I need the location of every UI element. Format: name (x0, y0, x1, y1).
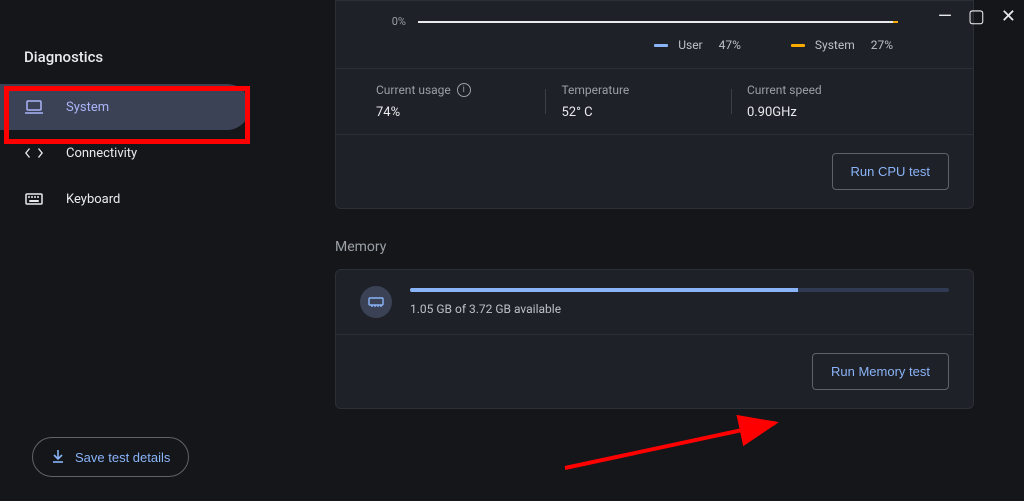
sidebar: Diagnostics System Connectivity Keyboard (0, 0, 280, 501)
cpu-stats-row: Current usage i 74% Temperature 52° C Cu… (336, 68, 973, 135)
minimize-icon[interactable]: — (938, 6, 952, 27)
info-icon[interactable]: i (457, 83, 471, 97)
current-usage-label: Current usage (376, 83, 451, 97)
memory-bar-fill (410, 288, 798, 292)
memory-bar (410, 288, 949, 292)
chart-axis-label: 0% (376, 15, 406, 28)
temperature-value: 52° C (561, 105, 746, 120)
sidebar-item-label: Keyboard (66, 192, 120, 207)
connectivity-icon (24, 146, 44, 160)
stat-label: Current usage i (376, 83, 561, 97)
legend-system-label: System (815, 38, 855, 52)
memory-action-row: Run Memory test (336, 335, 973, 408)
memory-top: 1.05 GB of 3.72 GB available (336, 270, 973, 335)
maximize-icon[interactable]: ▢ (968, 6, 985, 27)
memory-card: 1.05 GB of 3.72 GB available Run Memory … (335, 269, 974, 409)
run-cpu-test-button[interactable]: Run CPU test (832, 153, 949, 190)
legend-system-value: 27% (871, 38, 893, 52)
temperature-label: Temperature (561, 83, 746, 97)
cpu-legend: User 47% System 27% (376, 30, 933, 52)
sidebar-item-keyboard[interactable]: Keyboard (0, 176, 250, 222)
save-test-details-label: Save test details (75, 450, 170, 465)
run-memory-test-button[interactable]: Run Memory test (812, 353, 949, 390)
stat-current-usage: Current usage i 74% (376, 83, 561, 120)
memory-available-text: 1.05 GB of 3.72 GB available (410, 302, 949, 316)
keyboard-icon (24, 193, 44, 205)
chart-baseline (418, 21, 898, 23)
memory-section-title: Memory (335, 239, 974, 255)
legend-swatch-system (791, 44, 805, 47)
page-title: Diagnostics (0, 48, 280, 84)
current-speed-value: 0.90GHz (747, 105, 932, 120)
stat-temperature: Temperature 52° C (561, 83, 746, 120)
cpu-chart: 0% User 47% System 27% (336, 1, 973, 68)
legend-swatch-user (654, 44, 668, 47)
legend-system: System 27% (791, 38, 893, 52)
save-test-details-button[interactable]: Save test details (32, 437, 189, 477)
sidebar-item-system[interactable]: System (0, 84, 250, 130)
current-usage-value: 74% (376, 105, 561, 120)
current-speed-label: Current speed (747, 83, 932, 97)
cpu-card: 0% User 47% System 27% (335, 0, 974, 209)
sidebar-item-label: System (66, 100, 109, 115)
download-icon (51, 449, 65, 466)
legend-user: User 47% (654, 38, 741, 52)
cpu-action-row: Run CPU test (336, 135, 973, 208)
laptop-icon (24, 100, 44, 114)
memory-icon (360, 286, 392, 318)
sidebar-item-label: Connectivity (66, 146, 137, 161)
main: 0% User 47% System 27% (280, 0, 1024, 501)
stat-current-speed: Current speed 0.90GHz (747, 83, 932, 120)
sidebar-item-connectivity[interactable]: Connectivity (0, 130, 250, 176)
legend-user-value: 47% (719, 38, 741, 52)
memory-bar-section: 1.05 GB of 3.72 GB available (410, 288, 949, 316)
legend-user-label: User (678, 38, 702, 52)
close-icon[interactable]: ✕ (1001, 6, 1016, 27)
